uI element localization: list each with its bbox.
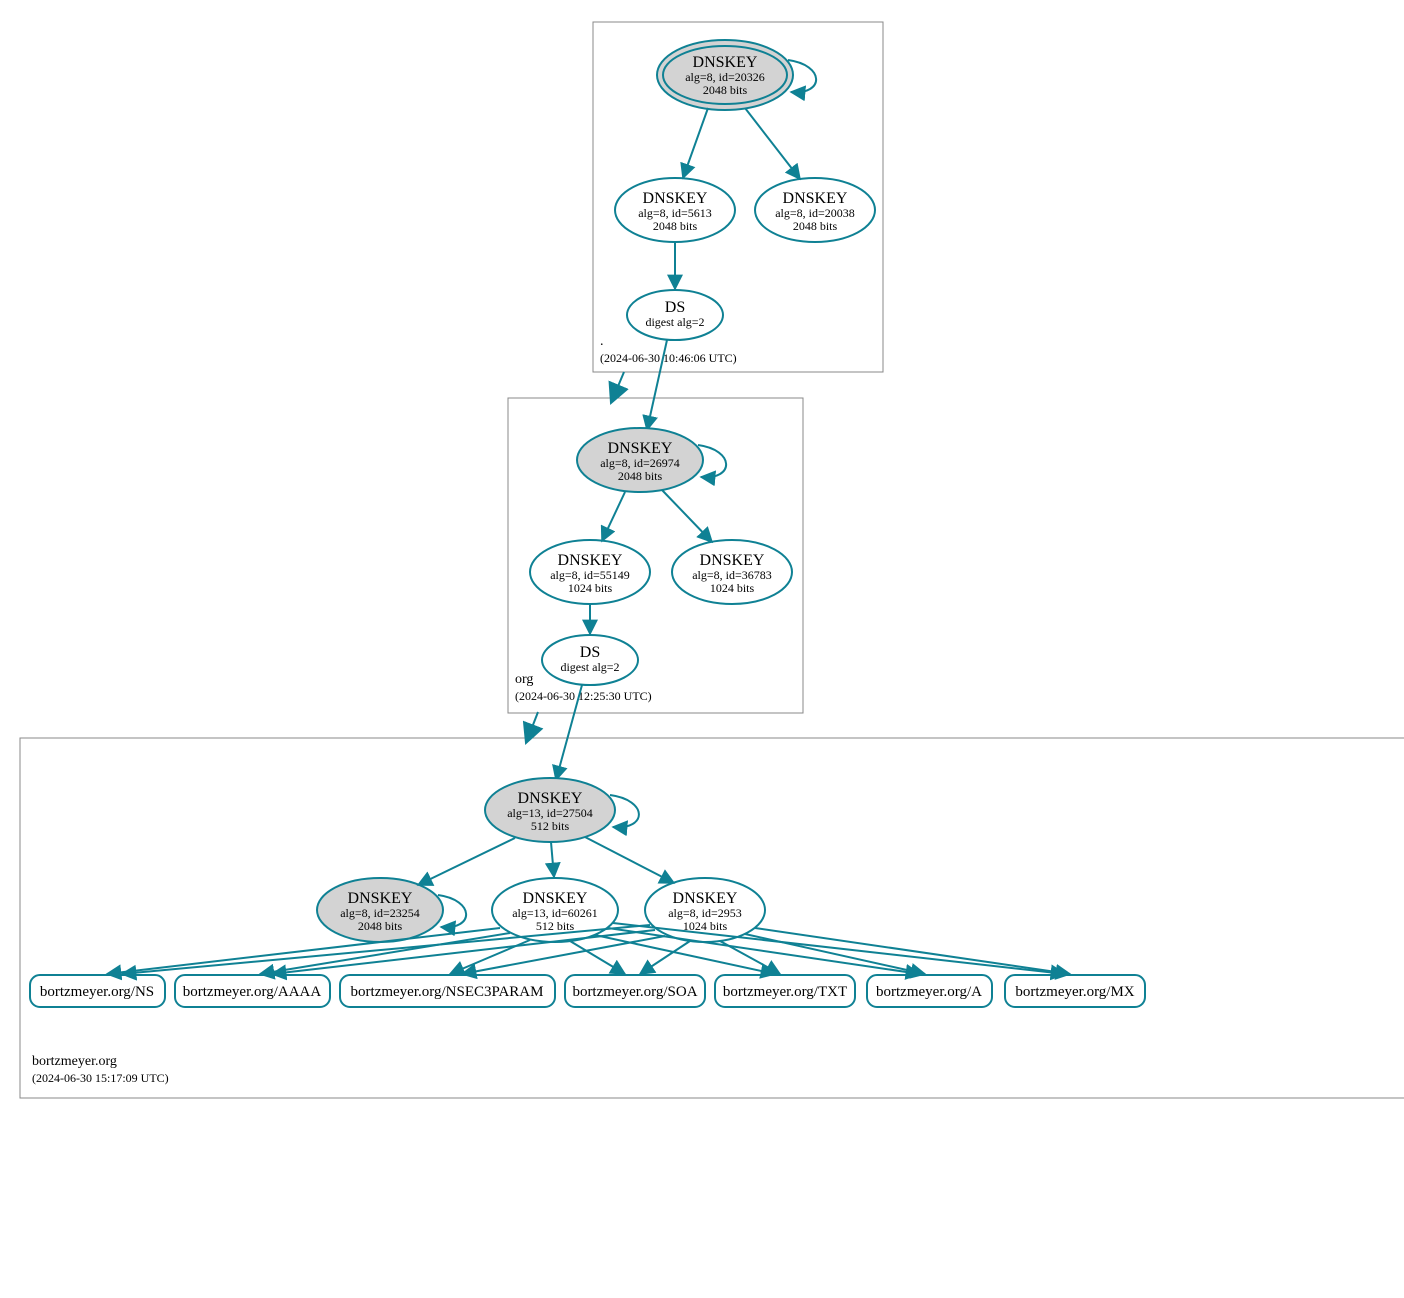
rr-soa: bortzmeyer.org/SOA [565,975,705,1007]
svg-text:DNSKEY: DNSKEY [783,190,848,207]
svg-text:alg=13, id=27504: alg=13, id=27504 [507,806,593,820]
svg-text:DS: DS [665,299,685,316]
zone-name-bortzmeyer: bortzmeyer.org [32,1054,117,1069]
svg-text:bortzmeyer.org/TXT: bortzmeyer.org/TXT [723,984,847,1000]
node-root-ksk: DNSKEY alg=8, id=20326 2048 bits [657,40,793,110]
svg-text:DNSKEY: DNSKEY [700,552,765,569]
svg-text:alg=8, id=20326: alg=8, id=20326 [685,70,765,84]
svg-text:bortzmeyer.org/A: bortzmeyer.org/A [876,984,982,1000]
zone-ts-root: (2024-06-30 10:46:06 UTC) [600,351,737,365]
svg-text:512 bits: 512 bits [531,819,570,833]
svg-text:1024 bits: 1024 bits [710,581,755,595]
rr-txt: bortzmeyer.org/TXT [715,975,855,1007]
zone-name-root: . [600,334,604,349]
zone-ts-bortzmeyer: (2024-06-30 15:17:09 UTC) [32,1071,169,1085]
svg-text:alg=8, id=5613: alg=8, id=5613 [638,206,712,220]
svg-text:bortzmeyer.org/NS: bortzmeyer.org/NS [40,984,154,1000]
edge-rootksk-zsk2 [745,108,800,179]
svg-text:digest alg=2: digest alg=2 [645,315,704,329]
rr-aaaa: bortzmeyer.org/AAAA [175,975,330,1007]
svg-text:bortzmeyer.org/NSEC3PARAM: bortzmeyer.org/NSEC3PARAM [351,984,544,1000]
edge-orgksk-zsk2 [662,490,712,542]
svg-text:alg=8, id=55149: alg=8, id=55149 [550,568,630,582]
svg-text:2048 bits: 2048 bits [653,219,698,233]
node-root-zsk2: DNSKEY alg=8, id=20038 2048 bits [755,178,875,242]
svg-text:DNSKEY: DNSKEY [643,190,708,207]
rr-ns: bortzmeyer.org/NS [30,975,165,1007]
node-org-zsk2: DNSKEY alg=8, id=36783 1024 bits [672,540,792,604]
svg-text:2048 bits: 2048 bits [703,83,748,97]
svg-text:alg=8, id=20038: alg=8, id=20038 [775,206,855,220]
rr-nsec3param: bortzmeyer.org/NSEC3PARAM [340,975,555,1007]
edge-rootksk-zsk1 [683,108,708,178]
svg-text:DNSKEY: DNSKEY [518,790,583,807]
node-org-ksk: DNSKEY alg=8, id=26974 2048 bits [577,428,703,492]
node-bm-ksk: DNSKEY alg=13, id=27504 512 bits [485,778,615,842]
svg-text:DNSKEY: DNSKEY [348,890,413,907]
svg-text:512 bits: 512 bits [536,919,575,933]
zone-ts-org: (2024-06-30 12:25:30 UTC) [515,689,652,703]
svg-text:DNSKEY: DNSKEY [523,890,588,907]
node-root-zsk1: DNSKEY alg=8, id=5613 2048 bits [615,178,735,242]
svg-text:DNSKEY: DNSKEY [558,552,623,569]
edge-zsk1-mx [613,923,1065,974]
svg-text:DNSKEY: DNSKEY [693,54,758,71]
rr-a: bortzmeyer.org/A [867,975,992,1007]
svg-text:digest alg=2: digest alg=2 [560,660,619,674]
node-org-zsk1: DNSKEY alg=8, id=55149 1024 bits [530,540,650,604]
svg-text:bortzmeyer.org/MX: bortzmeyer.org/MX [1015,984,1134,1000]
edge-bmksk-keygray [418,838,515,885]
svg-text:alg=8, id=36783: alg=8, id=36783 [692,568,772,582]
svg-text:DNSKEY: DNSKEY [608,440,673,457]
node-root-ds: DS digest alg=2 [627,290,723,340]
svg-text:alg=8, id=26974: alg=8, id=26974 [600,456,680,470]
zone-name-org: org [515,672,533,687]
svg-text:2048 bits: 2048 bits [358,919,403,933]
edge-orgksk-zsk1 [602,492,625,541]
svg-text:alg=8, id=2953: alg=8, id=2953 [668,906,742,920]
svg-text:2048 bits: 2048 bits [793,219,838,233]
svg-text:alg=13, id=60261: alg=13, id=60261 [512,906,598,920]
svg-text:DNSKEY: DNSKEY [673,890,738,907]
edge-bmksk-zsk1 [551,842,554,877]
node-org-ds: DS digest alg=2 [542,635,638,685]
svg-text:bortzmeyer.org/AAAA: bortzmeyer.org/AAAA [183,984,322,1000]
svg-text:bortzmeyer.org/SOA: bortzmeyer.org/SOA [572,984,697,1000]
node-bm-key-gray: DNSKEY alg=8, id=23254 2048 bits [317,878,443,942]
svg-text:alg=8, id=23254: alg=8, id=23254 [340,906,420,920]
node-bm-zsk1: DNSKEY alg=13, id=60261 512 bits [492,878,618,942]
edge-zsk1-a [608,928,920,974]
rr-mx: bortzmeyer.org/MX [1005,975,1145,1007]
svg-text:2048 bits: 2048 bits [618,469,663,483]
svg-text:DS: DS [580,644,600,661]
edge-bmksk-zsk2 [585,837,674,883]
dnssec-chain-diagram: . (2024-06-30 10:46:06 UTC) DNSKEY alg=8… [10,10,1404,1288]
svg-text:1024 bits: 1024 bits [568,581,613,595]
edge-zsk2-mx [755,928,1070,974]
